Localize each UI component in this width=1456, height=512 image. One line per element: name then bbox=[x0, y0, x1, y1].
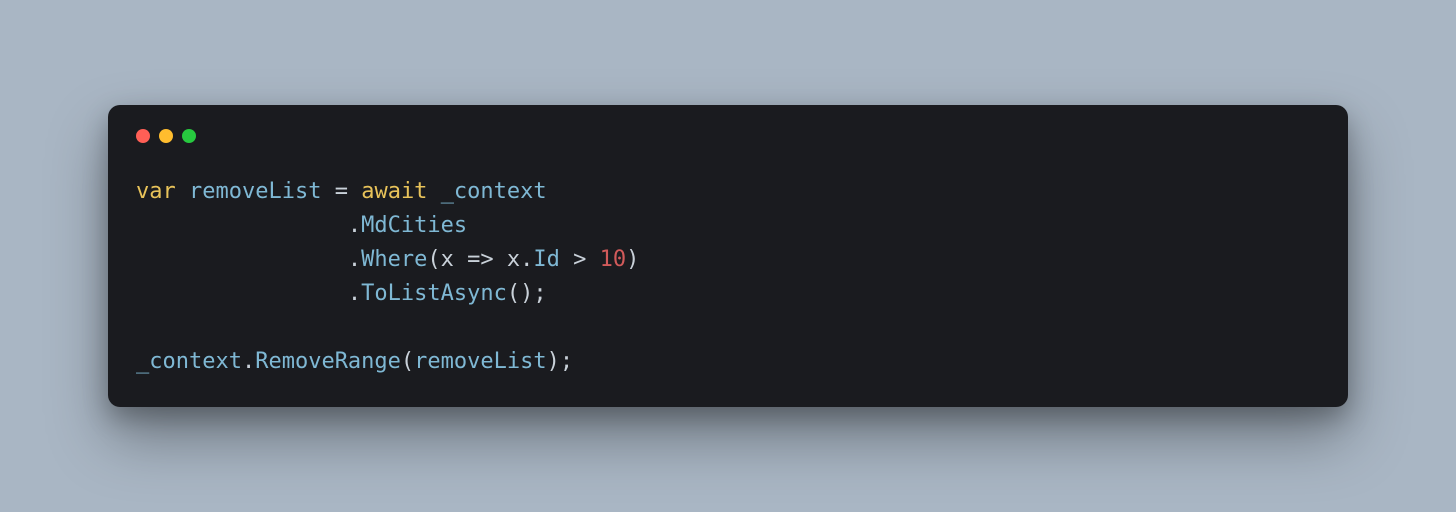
method: RemoveRange bbox=[255, 349, 401, 374]
method: Where bbox=[361, 247, 427, 272]
code-line: var removeList = await _context bbox=[136, 179, 547, 204]
equals: = bbox=[335, 179, 348, 204]
lambda-param: x bbox=[441, 247, 454, 272]
minimize-icon[interactable] bbox=[159, 129, 173, 143]
identifier: _context bbox=[441, 179, 547, 204]
identifier: _context bbox=[136, 349, 242, 374]
code-block: var removeList = await _context .MdCitie… bbox=[136, 175, 1320, 380]
identifier: removeList bbox=[189, 179, 321, 204]
maximize-icon[interactable] bbox=[182, 129, 196, 143]
lambda-arrow: => bbox=[467, 247, 494, 272]
property: Id bbox=[533, 247, 560, 272]
code-line: .ToListAsync(); bbox=[136, 281, 547, 306]
code-window: var removeList = await _context .MdCitie… bbox=[108, 105, 1348, 408]
method: ToListAsync bbox=[361, 281, 507, 306]
argument: removeList bbox=[414, 349, 546, 374]
code-line: .Where(x => x.Id > 10) bbox=[136, 247, 639, 272]
window-titlebar bbox=[136, 129, 1320, 143]
code-line: _context.RemoveRange(removeList); bbox=[136, 349, 573, 374]
blank-line bbox=[136, 315, 149, 340]
keyword-await: await bbox=[361, 179, 427, 204]
close-icon[interactable] bbox=[136, 129, 150, 143]
code-line: .MdCities bbox=[136, 213, 467, 238]
member: MdCities bbox=[361, 213, 467, 238]
keyword-var: var bbox=[136, 179, 176, 204]
number-literal: 10 bbox=[600, 247, 627, 272]
